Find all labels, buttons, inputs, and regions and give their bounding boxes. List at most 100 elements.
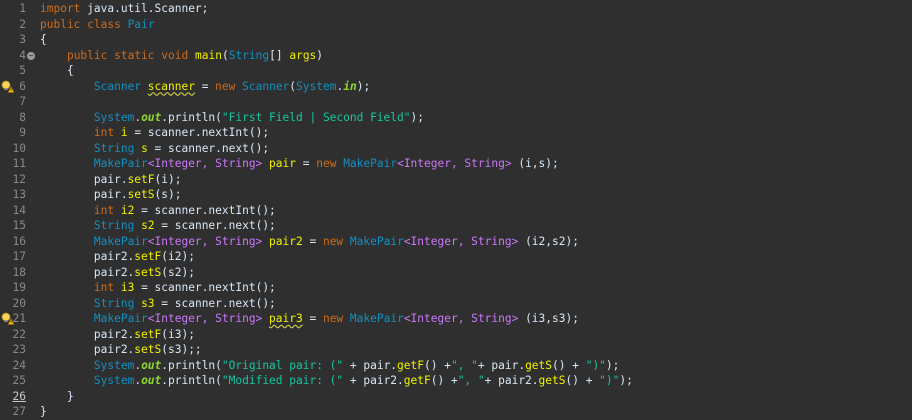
code-line[interactable]: System.out.println("Original pair: (" + …: [34, 358, 912, 374]
code-line[interactable]: pair2.setF(i2);: [34, 249, 912, 265]
code-token: );: [356, 79, 371, 93]
gutter-line: 21: [0, 311, 34, 327]
warning-lightbulb-icon[interactable]: [1, 312, 14, 325]
gutter-line: 4−: [0, 48, 35, 64]
line-number: 10: [12, 141, 26, 155]
line-number: 27: [12, 405, 26, 418]
gutter-line: 11: [0, 156, 34, 172]
code-text: pair.setF(i);: [40, 172, 182, 188]
code-token: = scanner.next();: [154, 219, 276, 232]
code-line[interactable]: pair.setF(i);: [34, 172, 912, 188]
code-token: + pair2.: [484, 374, 539, 387]
code-token: public: [40, 17, 81, 31]
code-editor[interactable]: 1 2 3 4−5 6 7 8 9 10 11 12 13 14 15 16 17 18 19 20 21 22 23 24…: [0, 0, 912, 418]
code-token: MakePair: [93, 312, 148, 325]
code-line[interactable]: pair2.setS(s3);;: [34, 342, 912, 358]
code-token: int: [93, 126, 115, 139]
gutter-line: 9: [0, 125, 34, 141]
code-line[interactable]: String s3 = scanner.next();: [34, 296, 912, 312]
code-text: pair2.setF(i3);: [40, 327, 195, 343]
gutter-line: 1: [0, 1, 34, 17]
code-token: ")": [585, 358, 606, 372]
code-line[interactable]: MakePair<Integer, String> pair3 = new Ma…: [34, 311, 912, 327]
code-line[interactable]: System.out.println("Modified pair: (" + …: [34, 373, 912, 389]
gutter-line: 14: [0, 203, 34, 219]
code-line[interactable]: import java.util.Scanner;: [34, 1, 912, 17]
code-token: []: [269, 48, 290, 62]
code-line[interactable]: int i2 = scanner.nextInt();: [34, 203, 912, 219]
code-line[interactable]: MakePair<Integer, String> pair2 = new Ma…: [34, 234, 912, 250]
gutter-line: 2: [0, 17, 34, 33]
code-text: }: [40, 389, 74, 405]
code-text: String s3 = scanner.next();: [40, 296, 276, 312]
code-line[interactable]: Scanner scanner = new Scanner(System.in)…: [34, 79, 912, 95]
code-line[interactable]: pair2.setS(s2);: [34, 265, 912, 281]
code-token: MakePair: [349, 312, 404, 325]
line-number: 18: [12, 265, 26, 279]
code-token: getS: [538, 374, 566, 387]
code-token: (s3);;: [161, 343, 202, 356]
line-number: 22: [12, 327, 26, 341]
code-line[interactable]: pair2.setF(i3);: [34, 327, 912, 343]
code-token: (i2,s2);: [518, 234, 579, 248]
code-area[interactable]: import java.util.Scanner; public class Pa…: [34, 0, 912, 418]
code-token: "Modified pair: (": [221, 374, 344, 387]
code-token: setF: [134, 250, 162, 263]
gutter-line: 24: [0, 358, 34, 374]
code-text: public static void main(String[] args): [40, 48, 323, 64]
code-line[interactable]: int i3 = scanner.nextInt();: [34, 280, 912, 296]
code-token: <Integer, String>: [397, 157, 512, 170]
code-text: pair2.setF(i2);: [40, 249, 195, 265]
code-line[interactable]: [34, 94, 912, 110]
warning-lightbulb-icon[interactable]: [1, 80, 14, 93]
code-line[interactable]: {: [34, 63, 912, 79]
code-line[interactable]: }: [34, 404, 912, 420]
code-line[interactable]: String s = scanner.next();: [34, 141, 912, 157]
code-token: s: [141, 141, 148, 155]
code-token: i: [120, 126, 128, 139]
code-line[interactable]: String s2 = scanner.next();: [34, 218, 912, 234]
code-token: class: [87, 17, 121, 31]
gutter-line: 20: [0, 296, 34, 312]
code-token: <Integer, String>: [147, 157, 263, 170]
code-token: getS: [525, 358, 553, 372]
code-token: (i,s);: [511, 157, 559, 170]
code-token: static: [114, 48, 155, 62]
code-token: "First Field | Second Field": [221, 110, 411, 124]
code-token: getF: [397, 358, 424, 372]
code-token: + pair2.: [343, 374, 404, 387]
code-line[interactable]: System.out.println("First Field | Second…: [34, 110, 912, 126]
code-line[interactable]: }: [34, 389, 912, 405]
code-text: String s = scanner.next();: [40, 141, 269, 157]
code-line[interactable]: {: [34, 32, 912, 48]
code-token: String: [93, 219, 135, 232]
code-token: System: [93, 110, 135, 124]
line-number: 7: [19, 95, 26, 108]
code-line[interactable]: public class Pair: [34, 17, 912, 33]
code-line[interactable]: int i = scanner.nextInt();: [34, 125, 912, 141]
code-token: public: [66, 48, 108, 62]
code-token: pair: [269, 157, 296, 170]
code-token: Scanner: [242, 79, 290, 93]
code-token: = scanner.nextInt();: [134, 281, 276, 294]
code-token: = scanner.next();: [154, 296, 276, 310]
code-text: MakePair<Integer, String> pair3 = new Ma…: [40, 311, 579, 327]
code-line[interactable]: public static void main(String[] args): [34, 48, 912, 64]
code-token: () +: [430, 374, 458, 387]
code-token: new: [322, 234, 344, 248]
code-token: s2: [141, 219, 155, 232]
code-token: pair3: [269, 312, 303, 325]
line-number: 24: [12, 358, 26, 372]
code-line[interactable]: MakePair<Integer, String> pair = new Mak…: [34, 156, 912, 172]
gutter-line: 15: [0, 218, 34, 234]
code-line[interactable]: pair.setS(s);: [34, 187, 912, 203]
